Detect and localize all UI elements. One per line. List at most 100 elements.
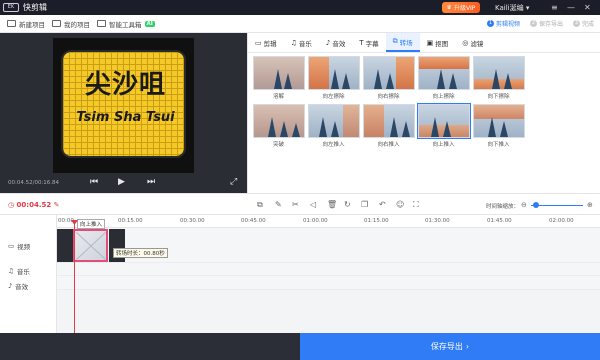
tab-label: 抠图	[435, 39, 449, 48]
tab-label: 剪辑	[263, 39, 277, 48]
upgrade-vip-button[interactable]: ♛ 升级VIP	[442, 2, 480, 13]
step-export: 2 保存导出	[529, 19, 563, 28]
volume-icon[interactable]: ◁	[310, 200, 316, 209]
user-name[interactable]: Kaili涎编 ▾	[495, 3, 529, 13]
tab-cutout[interactable]: ▣ 抠图	[420, 33, 456, 52]
track-headers: ▭ 视频 ♫ 音乐 ♪ 音效	[0, 215, 57, 333]
save-export-button[interactable]: 保存导出 ›	[300, 333, 600, 360]
tab-label: 转场	[399, 38, 413, 47]
transition-grid: 溶解 向左擦除 向右擦除 向上擦除 向下擦除 突破 向左推入 向右推入 向上推入…	[248, 53, 548, 152]
screen-capture-icon[interactable]: ⛶	[413, 200, 419, 210]
tab-label: 滤镜	[470, 39, 484, 48]
track-music: ♫ 音乐	[8, 266, 30, 276]
transition-item[interactable]: 向右推入	[362, 104, 415, 150]
music-track-icon: ♫	[8, 267, 14, 275]
previous-frame-icon[interactable]: ⏮	[90, 177, 98, 187]
transition-duration-tooltip: 转场时长：00.80秒	[113, 248, 168, 258]
step-number: 2	[529, 20, 537, 27]
track-sound-effects: ♪ 音效	[8, 281, 28, 291]
preview-timecode: 00:04.52/00:16.84	[8, 180, 60, 186]
rotate-icon[interactable]: ↻	[344, 200, 351, 209]
delete-icon[interactable]: 🗑	[327, 200, 337, 209]
transition-item[interactable]: 向上擦除	[417, 56, 470, 102]
zoom-slider-handle[interactable]	[533, 202, 539, 208]
step-number: 1	[486, 20, 494, 27]
sound-effects-track-area[interactable]	[57, 276, 600, 290]
scissors-icon[interactable]: ✂	[292, 200, 299, 209]
step-number: 3	[572, 20, 580, 27]
my-projects-button[interactable]: 我的项目	[52, 19, 90, 29]
transition-label: 向上擦除	[432, 94, 455, 100]
ruler-label: 01:00.00	[303, 218, 328, 224]
my-projects-label: 我的项目	[64, 20, 90, 29]
ruler-label: 00:15.00	[118, 218, 143, 224]
sound-effect-track-icon: ♪	[8, 282, 13, 290]
timeline-toolbar: ◷ 00:04.52 ✎ ⧉ ✎ ✂ ◁ 🗑 ↻ ❐ ↶ ☺ ⛶ 时间轴缩放： …	[0, 193, 600, 215]
ruler-label: 01:45.00	[487, 218, 512, 224]
tab-sound-effects[interactable]: ♪ 音效	[319, 33, 352, 52]
transition-label: 向右擦除	[377, 94, 400, 100]
minimize-icon[interactable]: —	[567, 3, 575, 12]
edit-time-icon[interactable]: ✎	[54, 201, 60, 209]
video-preview: 尖沙咀 Tsim Sha Tsui 00:04.52/00:16.84 ⏮ ▶ …	[0, 33, 247, 193]
transition-item[interactable]: 溶解	[252, 56, 305, 102]
transition-item[interactable]: 向下推入	[472, 104, 525, 150]
new-project-label: 新建项目	[19, 20, 45, 29]
transition-item[interactable]: 向上推入	[416, 103, 471, 150]
transition-thumbnail	[252, 56, 305, 90]
transition-thumbnail	[416, 103, 471, 139]
video-clip[interactable]	[57, 229, 73, 262]
transition-item[interactable]: 向下擦除	[472, 56, 525, 102]
tab-subtitles[interactable]: T 字幕	[352, 33, 385, 52]
time-ruler[interactable]: 00:00 00:15.00 00:30.00 00:45.00 01:00.0…	[57, 215, 600, 228]
smart-toolbox-label: 智能工具箱	[109, 20, 142, 29]
video-track-icon: ▭	[8, 242, 15, 250]
zoom-out-icon[interactable]: ⊖	[521, 201, 527, 209]
transition-thumbnail	[252, 104, 305, 138]
toolbox-icon	[97, 20, 106, 27]
transition-block[interactable]	[73, 229, 108, 262]
new-project-button[interactable]: 新建项目	[7, 19, 45, 29]
ai-badge: AI	[144, 20, 155, 27]
effects-tabs: ▭ 剪辑 ♫ 音乐 ♪ 音效 T 字幕 ⧉ 转场 ▣ 抠图 ◎ 滤镜	[248, 33, 600, 53]
sticker-icon[interactable]: ☺	[396, 200, 404, 209]
user-name-label: Kaili涎编	[495, 4, 524, 12]
sound-effect-icon: ♪	[325, 38, 331, 47]
crop-icon[interactable]: ⧉	[257, 200, 263, 210]
zoom-in-icon[interactable]: ⊕	[587, 201, 593, 209]
fullscreen-icon[interactable]: ⤢	[230, 177, 237, 187]
close-icon[interactable]: ✕	[584, 3, 591, 12]
edit-icon: ▭	[255, 38, 262, 47]
app-logo: EK	[3, 3, 19, 12]
cutout-icon: ▣	[426, 38, 434, 47]
preview-frame: 尖沙咀 Tsim Sha Tsui	[53, 38, 194, 173]
music-icon: ♫	[290, 38, 297, 47]
step-label: 完成	[581, 21, 594, 28]
copy-icon[interactable]: ❐	[361, 200, 368, 209]
tab-transitions[interactable]: ⧉ 转场	[385, 33, 420, 52]
transition-label: 向左推入	[322, 142, 345, 148]
tab-edit[interactable]: ▭ 剪辑	[248, 33, 284, 52]
menu-icon[interactable]: ≡	[551, 3, 558, 12]
playback-controls: 00:04.52/00:16.84 ⏮ ▶ ⏭ ⤢	[0, 173, 247, 193]
step-edit: 1 剪辑视频	[486, 19, 520, 28]
undo-icon[interactable]: ↶	[379, 200, 386, 209]
ruler-label: 00:45.00	[241, 218, 266, 224]
pen-icon[interactable]: ✎	[275, 200, 282, 209]
smart-toolbox-button[interactable]: 智能工具箱 AI	[97, 19, 155, 29]
transition-item[interactable]: 向左擦除	[307, 56, 360, 102]
transition-item[interactable]: 向右擦除	[362, 56, 415, 102]
playhead[interactable]	[74, 222, 75, 333]
transition-item[interactable]: 向左推入	[307, 104, 360, 150]
clock-icon: ◷	[8, 201, 15, 209]
music-track-area[interactable]	[57, 263, 600, 276]
tab-music[interactable]: ♫ 音乐	[284, 33, 319, 52]
play-icon[interactable]: ▶	[118, 177, 125, 187]
tab-label: 音乐	[298, 39, 312, 48]
current-time: ◷ 00:04.52 ✎	[8, 201, 60, 209]
tab-filters[interactable]: ◎ 滤镜	[455, 33, 490, 52]
track-label: 音乐	[16, 268, 30, 276]
next-frame-icon[interactable]: ⏭	[147, 177, 155, 187]
new-project-icon	[7, 20, 16, 27]
transition-item[interactable]: 突破	[252, 104, 305, 150]
